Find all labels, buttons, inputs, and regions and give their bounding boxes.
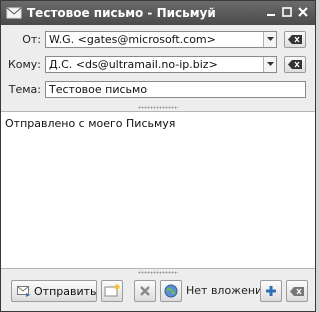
send-button-label: Отправить [34,285,97,298]
remove-attachment-button[interactable] [134,280,156,302]
maximize-button[interactable] [280,5,294,19]
to-combobox[interactable]: Д.С. <ds@ultramail.no-ip.biz> [45,56,277,73]
to-value: Д.С. <ds@ultramail.no-ip.biz> [49,58,218,71]
send-mail-icon [17,286,30,297]
open-attachment-button[interactable] [160,280,182,302]
message-body-text: Отправлено с моего Письмуя [5,117,176,130]
add-attachment-button[interactable] [260,280,282,302]
clear-to-button[interactable] [284,56,306,73]
attachments-status: Нет вложений [186,284,270,297]
splitter-handle[interactable] [1,105,315,110]
mail-app-icon [6,7,22,19]
new-attachment-icon [104,284,120,297]
send-button[interactable]: Отправить [11,280,97,302]
globe-icon [164,284,178,298]
clear-attachments-button[interactable] [286,280,308,302]
plus-icon [266,286,276,296]
close-icon [298,7,308,17]
from-label: От: [22,33,41,46]
splitter-handle-bottom[interactable] [1,270,315,275]
chevron-down-icon [266,37,274,41]
chevron-down-icon [266,62,274,66]
backspace-icon [288,60,302,69]
close-icon [140,286,150,296]
bottom-toolbar: Отправить Нет вложений [1,277,315,311]
message-body-editor[interactable]: Отправлено с моего Письмуя [1,111,315,269]
from-value: W.G. <gates@microsoft.com> [49,33,216,46]
title-bar[interactable]: Тестовое письмо - Письмуй [1,1,315,25]
compose-window: Тестовое письмо - Письмуй От: W.G. <gate… [0,0,316,312]
from-combobox[interactable]: W.G. <gates@microsoft.com> [45,31,277,48]
to-label: Кому: [7,58,41,71]
minimize-icon [267,14,275,16]
backspace-icon [290,287,304,296]
attach-file-button[interactable] [101,280,123,302]
backspace-icon [288,35,302,44]
clear-from-button[interactable] [284,31,306,48]
close-button[interactable] [296,5,310,19]
maximize-icon [282,7,292,17]
to-dropdown-button[interactable] [263,57,276,72]
subject-input[interactable]: Тестовое письмо [45,81,306,98]
window-title: Тестовое письмо - Письмуй [27,6,216,20]
subject-label: Тема: [8,83,41,96]
from-dropdown-button[interactable] [263,32,276,47]
minimize-button[interactable] [264,5,278,19]
